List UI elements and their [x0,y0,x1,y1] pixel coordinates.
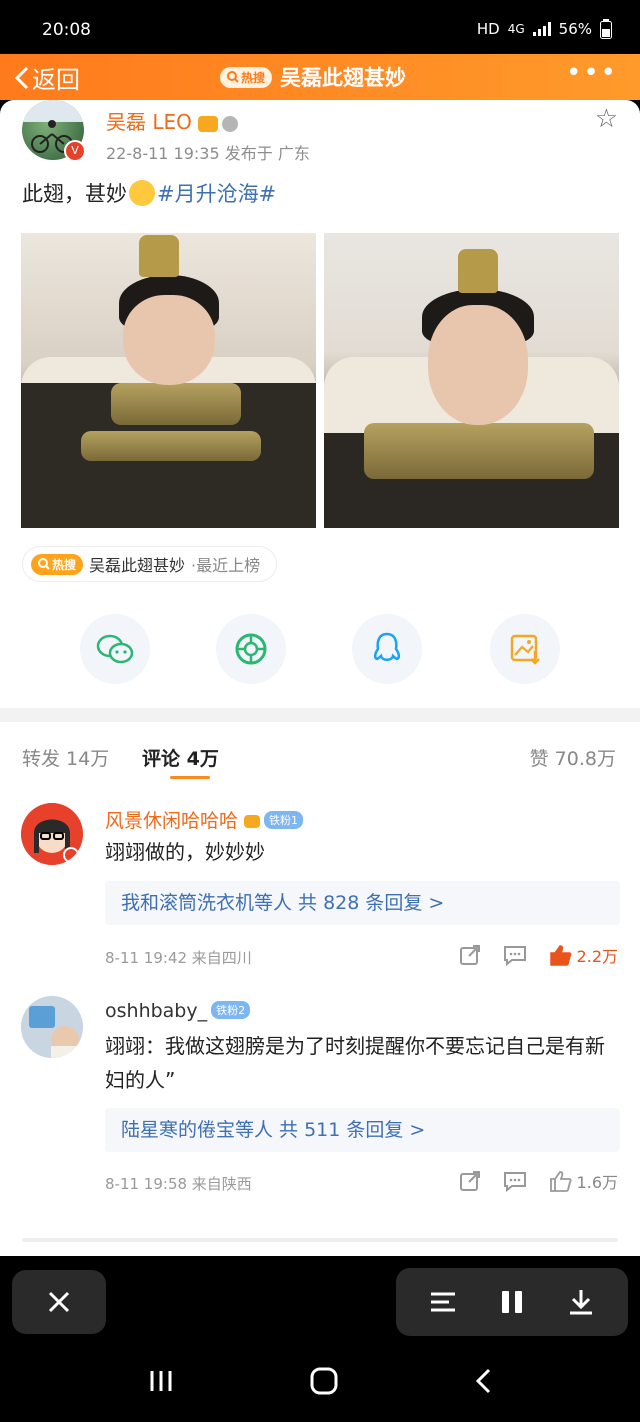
comment-avatar[interactable] [21,803,83,865]
chevron-left-icon [14,66,29,89]
hot-topic-chip[interactable]: 热搜 吴磊此翅甚妙 ·最近上榜 [22,546,278,582]
comment-avatar[interactable] [21,996,83,1058]
back-button[interactable]: 返回 [14,60,80,95]
tab-repost[interactable]: 转发 14万 [22,744,109,771]
tab-comment[interactable]: 评论 4万 [142,744,219,771]
page-title: 热搜 吴磊此翅甚妙 [220,62,406,92]
verified-badge: V [64,140,86,162]
hd-indicator: HD [476,20,500,38]
tab-like[interactable]: 赞 70.8万 [530,744,616,771]
cartoon-avatar-icon [21,803,83,865]
share-moments-button[interactable] [216,614,286,684]
post-meta: 22-8-11 19:35 发布于 广东 [106,144,310,163]
back-label: 返回 [32,66,80,94]
author-name[interactable]: 吴磊 LEO [106,106,238,135]
close-icon [48,1291,70,1313]
like-button[interactable]: 1.6万 [549,1169,618,1193]
post-text: 此翅，甚妙 #月升沧海# [22,180,277,206]
top-nav-bar: 返回 热搜 吴磊此翅甚妙 ••• [0,54,640,100]
share-qq-button[interactable] [352,614,422,684]
hot-search-badge: 热搜 [31,553,84,575]
network-indicator: 4G [507,22,525,36]
save-image-button[interactable] [490,614,560,684]
home-icon[interactable] [309,1366,339,1396]
post-image-2[interactable] [324,233,619,528]
comment-meta: 8-11 19:58 来自陕西 [105,1175,252,1193]
page-title-text: 吴磊此翅甚妙 [280,66,407,90]
search-icon [38,558,50,570]
photo-avatar-icon [21,996,83,1058]
system-nav-bar [0,1340,640,1422]
comment-meta: 8-11 19:42 来自四川 [105,949,252,967]
download-icon[interactable] [567,1288,595,1316]
battery-icon [600,19,612,39]
thumbs-up-icon [549,945,571,966]
clock: 20:08 [42,20,91,40]
comment-author[interactable]: oshhbaby_ 铁粉2 [105,1000,251,1022]
qq-icon [373,632,401,661]
post-image-1[interactable] [21,233,316,528]
save-image-icon [510,634,540,665]
fan-badge: 铁粉1 [264,811,304,829]
comment-text: 翊翊：我做这翅膀是为了时刻提醒你不要忘记自己是有新妇的人” [105,1034,605,1092]
recorder-controls [396,1268,628,1336]
comment-replies-link[interactable]: 我和滚筒洗衣机等人 共 828 条回复 > [105,881,620,925]
battery-text: 56% [558,20,592,38]
more-options-button[interactable]: ••• [566,58,618,88]
active-tab-indicator [170,776,210,779]
wechat-icon [96,634,134,664]
comment-text: 翊翊做的，妙妙妙 [105,840,265,864]
like-button[interactable]: 2.2万 [549,943,618,967]
hashtag-link[interactable]: #月升沧海# [157,182,276,206]
share-wechat-button[interactable] [80,614,150,684]
medal-icon [221,115,238,132]
menu-icon[interactable] [429,1290,457,1314]
hot-topic-suffix: ·最近上榜 [191,556,261,575]
fan-badge: 铁粉2 [211,1001,251,1019]
back-nav-icon[interactable] [473,1367,493,1395]
moments-icon [235,633,267,665]
recent-apps-icon[interactable] [147,1368,175,1394]
status-icons: HD 4G 56% [477,19,612,39]
search-icon [227,71,239,83]
thumbs-up-icon [549,1171,572,1192]
crown-icon [197,115,218,132]
pause-icon[interactable] [499,1289,525,1315]
share-icon[interactable] [459,944,481,966]
engagement-tabs: 转发 14万 评论 4万 赞 70.8万 [0,740,640,779]
comment-icon[interactable] [503,944,527,966]
section-divider [0,708,640,722]
crown-icon [244,815,261,828]
comment-actions: 1.6万 [459,1169,618,1193]
close-button[interactable] [12,1270,106,1334]
smirk-emoji-icon [129,180,155,206]
signal-icon [532,22,551,36]
hot-search-badge: 热搜 [220,66,273,88]
comment-actions: 2.2万 [459,943,618,967]
comment-author[interactable]: 风景休闲哈哈哈 铁粉1 [105,806,304,833]
comment-replies-link[interactable]: 陆星寒的倦宝等人 共 511 条回复 > [105,1108,620,1152]
status-bar: 20:08 HD 4G 56% [0,0,640,54]
hot-topic-label: 吴磊此翅甚妙 [89,556,186,575]
post-detail: V 吴磊 LEO 22-8-11 19:35 发布于 广东 ☆ 此翅，甚妙 #月升… [0,100,640,1256]
comment-icon[interactable] [503,1170,527,1192]
share-icon[interactable] [459,1170,481,1192]
favorite-star-icon[interactable]: ☆ [595,104,618,134]
scroll-edge [22,1238,618,1242]
